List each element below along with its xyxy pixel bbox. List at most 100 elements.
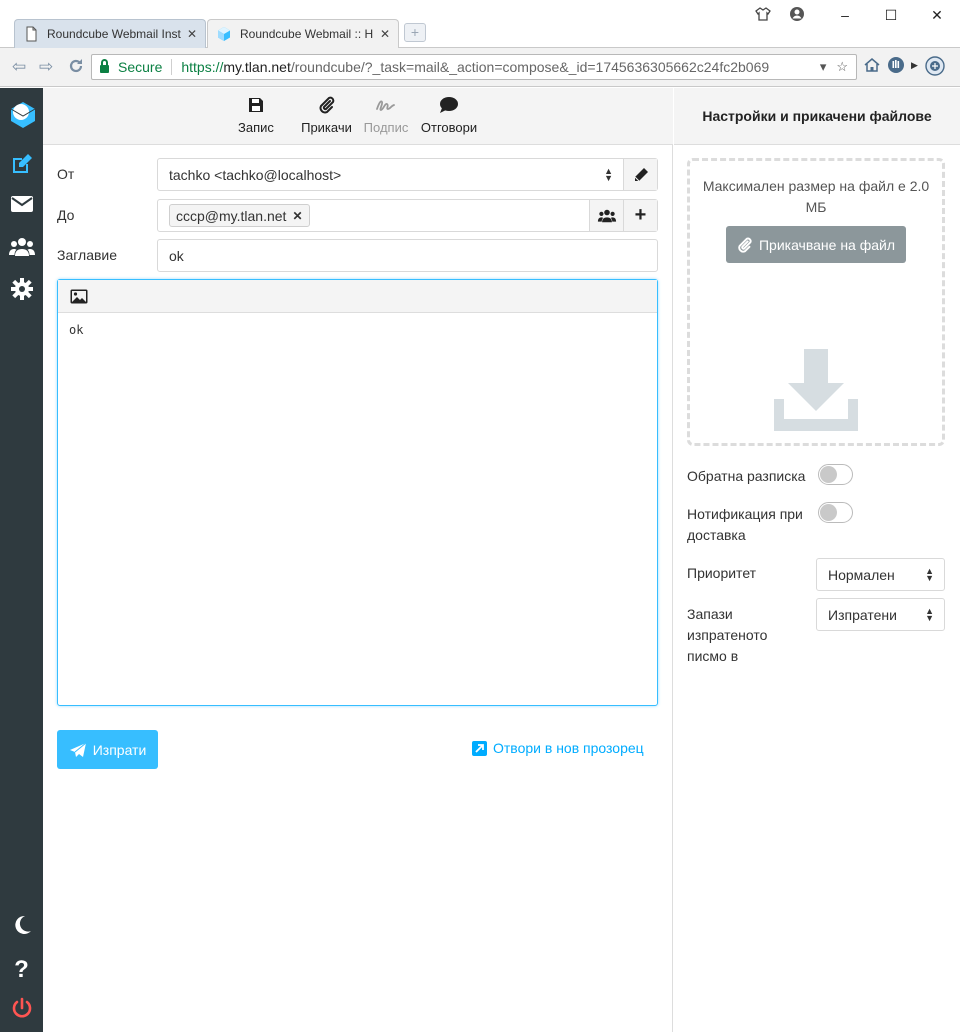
settings-gear-icon[interactable]	[0, 278, 43, 300]
address-book-button[interactable]	[589, 200, 623, 231]
reload-icon[interactable]	[67, 57, 85, 80]
url-input[interactable]: Secure https://my.tlan.net/roundcube/?_t…	[91, 54, 857, 80]
url-host: my.tlan.net	[223, 59, 291, 75]
compose-icon[interactable]	[0, 152, 43, 176]
download-tray-icon	[774, 349, 858, 431]
document-icon	[26, 26, 37, 42]
save-button[interactable]: Запис	[236, 94, 276, 135]
save-sent-label: Запази изпратеното писмо в	[687, 606, 768, 664]
url-text: https://my.tlan.net/roundcube/?_task=mai…	[181, 59, 819, 75]
plus-icon: +	[634, 204, 647, 226]
close-tab-icon[interactable]: ✕	[380, 27, 390, 41]
responses-button[interactable]: Отговори	[420, 94, 478, 135]
options-header: Настройки и прикачени файлове	[674, 88, 960, 145]
toggle-knob	[820, 504, 837, 521]
help-icon[interactable]: ?	[0, 956, 43, 984]
close-tab-icon[interactable]: ✕	[187, 27, 197, 41]
roundcube-favicon-icon	[218, 27, 230, 41]
priority-select[interactable]: Нормален ▲ ▼	[816, 558, 945, 591]
add-header-button[interactable]: +	[623, 200, 657, 231]
dropdown-arrow-icon[interactable]: ▾	[820, 59, 827, 75]
extension-icons: ▶	[863, 56, 946, 76]
priority-value: Нормален	[828, 566, 895, 583]
globe-settings-icon[interactable]	[924, 56, 946, 76]
signature-icon	[376, 100, 395, 111]
save-label: Запис	[238, 120, 274, 135]
return-receipt-label: Обратна разписка	[687, 468, 806, 484]
url-path: /roundcube/?_task=mail&_action=compose&_…	[290, 59, 770, 75]
paperclip-icon	[738, 237, 752, 253]
return-receipt-toggle[interactable]	[818, 464, 853, 485]
select-arrows-icon: ▲ ▼	[604, 165, 613, 183]
user-profile-icon[interactable]	[789, 6, 805, 26]
signature-label: Подпис	[363, 120, 409, 135]
to-input[interactable]: cccp@my.tlan.net ✕ +	[157, 199, 658, 232]
delivery-notification-toggle[interactable]	[818, 502, 853, 523]
browser-tab-1[interactable]: Roundcube Webmail Inst ✕	[14, 19, 206, 48]
attach-file-label: Прикачване на файл	[758, 236, 896, 253]
bookmark-star-icon[interactable]: ☆	[836, 59, 848, 75]
from-value: tachko <tachko@localhost>	[169, 166, 342, 183]
delivery-notification-label: Нотификация при доставка	[687, 506, 803, 543]
editor-toolbar	[58, 280, 657, 313]
recipient-chip[interactable]: cccp@my.tlan.net ✕	[169, 204, 310, 227]
subject-input[interactable]: ok	[157, 239, 658, 272]
subject-value: ok	[169, 247, 184, 264]
insert-image-icon[interactable]	[70, 289, 88, 304]
shirt-icon[interactable]	[755, 6, 771, 26]
separator	[171, 59, 173, 75]
forward-arrow-icon[interactable]: ⇨	[39, 57, 53, 77]
secure-indicator[interactable]: Secure	[100, 59, 162, 75]
url-scheme: https://	[181, 59, 224, 75]
browser-tab-title: Roundcube Webmail Inst	[47, 27, 181, 41]
logout-power-icon[interactable]	[0, 997, 43, 1019]
contacts-group-icon	[597, 209, 616, 222]
remove-recipient-icon[interactable]: ✕	[292, 209, 302, 223]
dark-mode-moon-icon[interactable]	[0, 914, 43, 936]
edit-identity-button[interactable]	[623, 159, 657, 190]
stop-hand-icon[interactable]	[887, 56, 905, 74]
priority-label: Приоритет	[687, 565, 757, 581]
app-navigation-sidebar: ?	[0, 88, 43, 1032]
to-label: До	[57, 207, 75, 223]
close-window-icon[interactable]: ✕	[914, 7, 960, 24]
responses-label: Отговори	[420, 120, 478, 135]
mail-icon[interactable]	[0, 195, 43, 213]
window-controls: – ☐ ✕	[822, 0, 960, 30]
compose-toolbar: Запис Прикачи Подпис Отговори	[43, 88, 673, 145]
minimize-icon[interactable]: –	[822, 7, 868, 23]
secure-label: Secure	[118, 59, 163, 75]
new-tab-button[interactable]: +	[404, 23, 426, 42]
paperclip-icon	[319, 96, 334, 114]
open-new-window-label: Отвори в нов прозорец	[493, 740, 644, 756]
roundcube-logo-icon[interactable]	[9, 100, 37, 130]
send-button[interactable]: Изпрати	[57, 730, 158, 769]
save-sent-value: Изпратени	[828, 606, 897, 623]
speech-bubble-icon	[440, 97, 458, 113]
attach-label: Прикачи	[301, 120, 352, 135]
subject-label: Заглавие	[57, 247, 118, 263]
browser-tab-2[interactable]: Roundcube Webmail :: H ✕	[207, 19, 399, 48]
maximize-icon[interactable]: ☐	[868, 7, 914, 24]
save-sent-select[interactable]: Изпратени ▲ ▼	[816, 598, 945, 631]
message-body[interactable]: ok	[58, 313, 657, 347]
recipient-address: cccp@my.tlan.net	[176, 207, 287, 224]
paper-plane-icon	[69, 742, 87, 757]
more-arrow-icon[interactable]: ▶	[911, 56, 918, 76]
address-bar: ⇦ ⇨ Secure https://my.tlan.net/roundcube…	[0, 48, 960, 87]
back-arrow-icon[interactable]: ⇦	[12, 57, 26, 77]
attachment-dropzone[interactable]: Максимален размер на файл е 2.0 МБ Прика…	[687, 158, 945, 446]
from-select[interactable]: tachko <tachko@localhost> ▲ ▼	[157, 158, 658, 191]
signature-button[interactable]: Подпис	[363, 94, 409, 135]
attach-file-button[interactable]: Прикачване на файл	[726, 226, 906, 263]
contacts-icon[interactable]	[0, 237, 43, 257]
home-icon[interactable]	[863, 56, 881, 74]
attach-button[interactable]: Прикачи	[299, 94, 354, 135]
message-editor[interactable]: ok	[57, 279, 658, 706]
browser-tab-title: Roundcube Webmail :: H	[240, 27, 374, 41]
open-new-window-link[interactable]: Отвори в нов прозорец	[472, 740, 644, 756]
save-floppy-icon	[249, 98, 263, 112]
select-arrows-icon: ▲ ▼	[925, 605, 934, 623]
external-link-icon	[472, 740, 487, 756]
send-label: Изпрати	[92, 741, 147, 758]
